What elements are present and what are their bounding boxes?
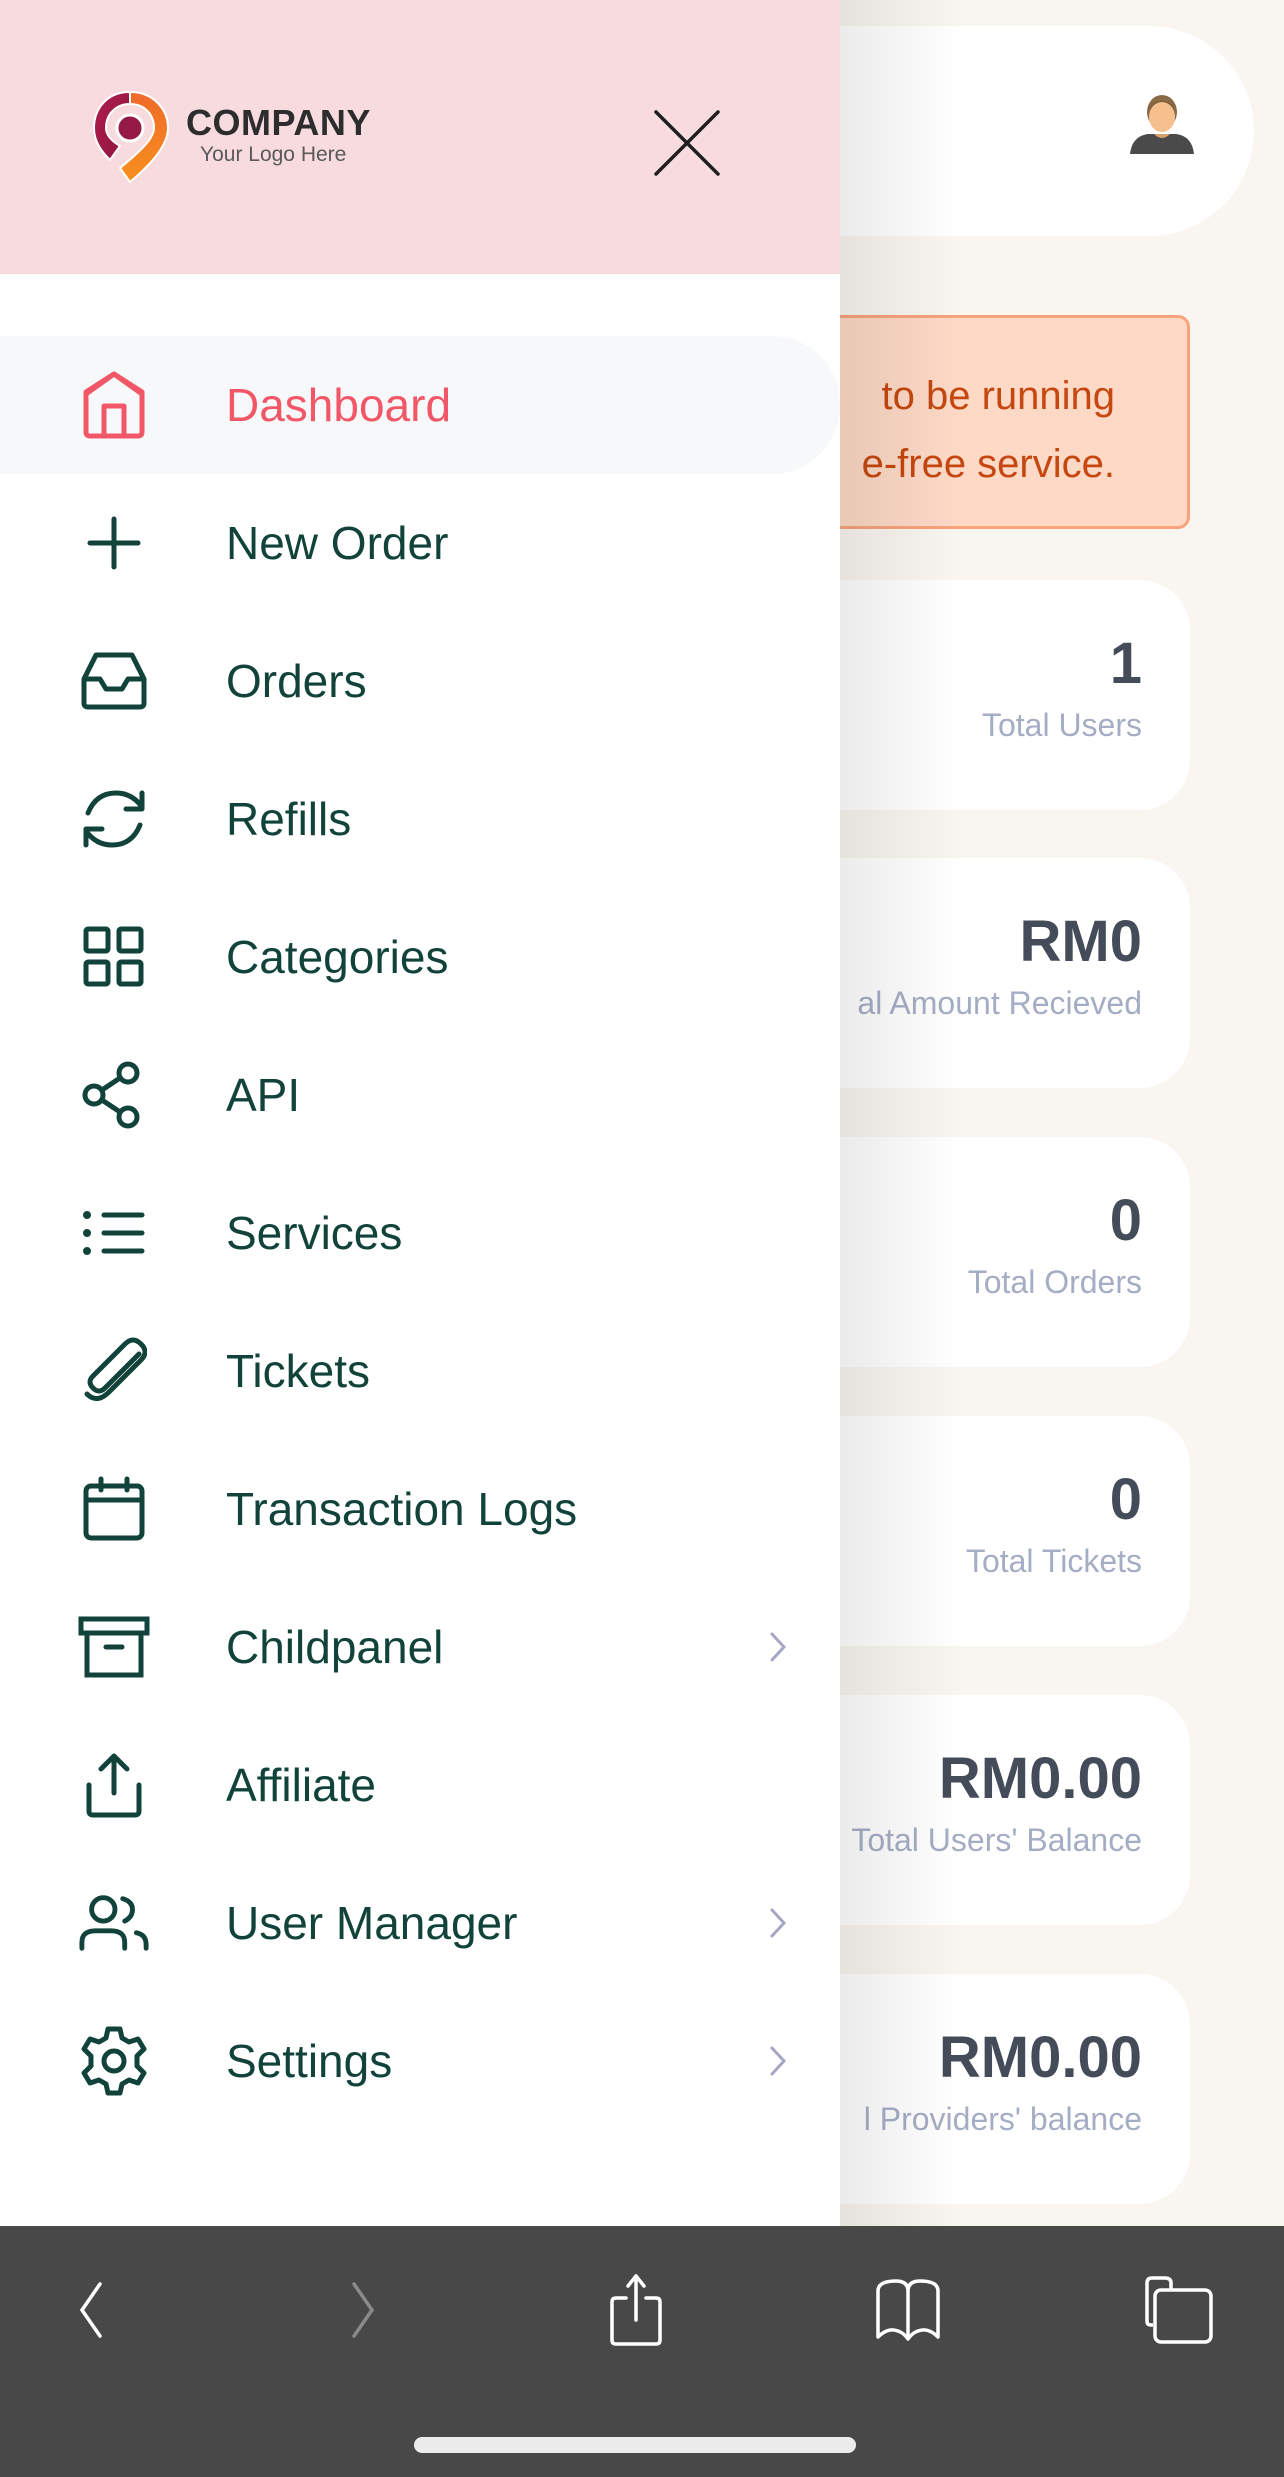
logo-tagline: Your Logo Here — [200, 143, 347, 166]
browser-tabs-button[interactable] — [1140, 2272, 1220, 2352]
drawer-header: COMPANY Your Logo Here — [0, 0, 840, 274]
browser-bookmarks-button[interactable] — [868, 2272, 948, 2352]
sidebar-item-childpanel[interactable]: Childpanel — [0, 1578, 840, 1716]
company-logo[interactable]: COMPANY Your Logo Here — [90, 88, 371, 184]
sidebar-item-label: Refills — [226, 793, 352, 845]
list-icon — [78, 1197, 150, 1269]
paperclip-icon — [78, 1335, 150, 1407]
sidebar-item-label: API — [226, 1069, 301, 1121]
chevron-left-icon — [68, 2280, 108, 2345]
share-icon — [78, 1059, 150, 1131]
chevron-right-icon — [346, 2280, 386, 2345]
chevron-right-icon — [768, 1907, 788, 1939]
users-icon — [78, 1887, 150, 1959]
sidebar-item-new-order[interactable]: New Order — [0, 474, 840, 612]
refresh-icon — [78, 783, 150, 855]
calendar-icon — [78, 1473, 150, 1545]
user-avatar-icon[interactable] — [1128, 92, 1196, 156]
browser-share-button[interactable] — [596, 2272, 676, 2352]
share-upload-icon — [606, 2272, 666, 2353]
book-icon — [872, 2278, 944, 2346]
sidebar-drawer: COMPANY Your Logo Here Dashboard New Ord… — [0, 0, 840, 2226]
sidebar-item-label: Tickets — [226, 1345, 370, 1397]
sidebar-item-user-manager[interactable]: User Manager — [0, 1854, 840, 1992]
sidebar-item-label: User Manager — [226, 1897, 518, 1949]
sidebar-item-label: Childpanel — [226, 1621, 444, 1673]
sidebar-item-refills[interactable]: Refills — [0, 750, 840, 888]
logo-name: COMPANY — [186, 102, 371, 143]
sidebar-item-tickets[interactable]: Tickets — [0, 1302, 840, 1440]
sidebar-item-dashboard[interactable]: Dashboard — [0, 336, 840, 474]
gear-icon — [78, 2025, 150, 2097]
sidebar-item-transaction-logs[interactable]: Transaction Logs — [0, 1440, 840, 1578]
home-indicator[interactable] — [414, 2437, 856, 2453]
upload-icon — [78, 1749, 150, 1821]
browser-back-button[interactable] — [48, 2272, 128, 2352]
sidebar-item-label: Categories — [226, 931, 449, 983]
browser-forward-button[interactable] — [326, 2272, 406, 2352]
sidebar-item-affiliate[interactable]: Affiliate — [0, 1716, 840, 1854]
inbox-icon — [78, 645, 150, 717]
sidebar-item-label: Affiliate — [226, 1759, 377, 1811]
sidebar-item-label: Services — [226, 1207, 403, 1259]
chevron-right-icon — [768, 1631, 788, 1663]
sidebar-item-label: Transaction Logs — [226, 1483, 578, 1535]
sidebar-item-orders[interactable]: Orders — [0, 612, 840, 750]
sidebar-item-categories[interactable]: Categories — [0, 888, 840, 1026]
sidebar-item-services[interactable]: Services — [0, 1164, 840, 1302]
sidebar-item-api[interactable]: API — [0, 1026, 840, 1164]
chevron-right-icon — [768, 2045, 788, 2077]
close-icon[interactable] — [652, 108, 722, 178]
sidebar-item-label: Dashboard — [226, 379, 452, 431]
sidebar-item-label: Settings — [226, 2035, 393, 2087]
home-icon — [78, 369, 150, 441]
tabs-icon — [1145, 2275, 1215, 2350]
sidebar-menu: Dashboard New Order Orders Refills Categ… — [0, 274, 840, 2130]
sidebar-item-label: Orders — [226, 655, 367, 707]
sidebar-item-settings[interactable]: Settings — [0, 1992, 840, 2130]
plus-icon — [78, 507, 150, 579]
sidebar-item-label: New Order — [226, 517, 449, 569]
archive-icon — [78, 1611, 150, 1683]
grid-icon — [78, 921, 150, 993]
location-pin-logo-icon — [92, 90, 170, 184]
